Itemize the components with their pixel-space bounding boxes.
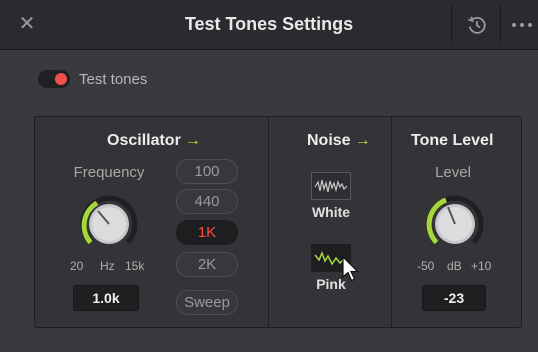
level-scale-min: -50: [417, 259, 435, 273]
arrow-right-icon: →: [184, 132, 201, 149]
tone-level-title: Tone Level: [411, 132, 494, 149]
tone-level-knob-graphic: [426, 195, 484, 245]
reset-button[interactable]: [463, 11, 491, 39]
title-divider: [451, 4, 452, 46]
frequency-scale-unit: Hz: [100, 259, 115, 273]
window-title: Test Tones Settings: [184, 14, 354, 34]
level-label: Level: [435, 164, 471, 181]
white-noise-icon: [314, 179, 348, 193]
more-options-button[interactable]: [508, 11, 538, 39]
tone-level-knob[interactable]: [422, 191, 488, 257]
title-bar: ✕ Test Tones Settings: [0, 0, 538, 50]
reset-icon: [468, 16, 486, 34]
frequency-scale-min: 20: [70, 259, 84, 273]
frequency-scale-max: 15k: [125, 259, 145, 273]
oscillator-title[interactable]: Oscillator →: [107, 132, 201, 150]
test-tones-panel: Oscillator → Frequency 20 Hz 15k 1.0k 100…: [34, 116, 522, 328]
frequency-knob-graphic: [80, 195, 138, 245]
mouse-cursor-icon: [342, 256, 359, 282]
test-tones-settings-window: ✕ Test Tones Settings Test tones Oscilla…: [0, 0, 538, 352]
arrow-right-icon: →: [354, 132, 371, 149]
level-value-field[interactable]: -23: [422, 285, 486, 311]
title-divider: [500, 4, 501, 46]
preset-440-button[interactable]: 440: [176, 189, 238, 214]
noise-title[interactable]: Noise →: [307, 132, 371, 150]
white-noise-label: White: [311, 204, 351, 220]
section-divider: [391, 117, 392, 327]
preset-100-button[interactable]: 100: [176, 159, 238, 184]
preset-2k-button[interactable]: 2K: [176, 252, 238, 277]
noise-title-label: Noise: [307, 132, 351, 149]
test-tones-label: Test tones: [79, 70, 148, 88]
frequency-value-field[interactable]: 1.0k: [73, 285, 139, 311]
section-divider: [268, 117, 269, 327]
frequency-knob[interactable]: [76, 191, 142, 257]
test-tones-toggle-row: Test tones: [38, 68, 147, 90]
level-scale-max: +10: [471, 259, 492, 273]
test-tones-toggle[interactable]: [38, 70, 70, 88]
preset-sweep-button[interactable]: Sweep: [176, 290, 238, 315]
oscillator-title-label: Oscillator: [107, 132, 181, 149]
level-scale-unit: dB: [447, 259, 462, 273]
white-noise-button[interactable]: [311, 172, 351, 200]
frequency-label: Frequency: [73, 164, 145, 181]
toggle-knob: [55, 73, 67, 85]
preset-1k-button[interactable]: 1K: [176, 220, 238, 245]
more-icon: [512, 23, 532, 27]
